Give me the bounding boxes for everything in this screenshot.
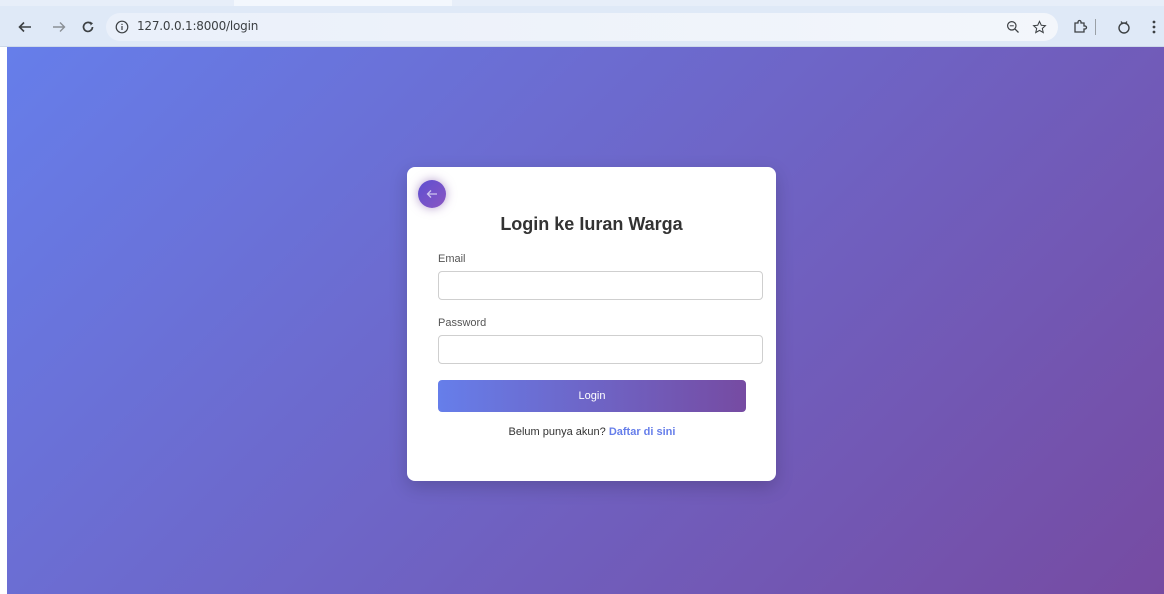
register-prompt-line: Belum punya akun? Daftar di sini (438, 426, 746, 438)
page-viewport: Login ke Iuran Warga Email Password Logi… (7, 47, 1164, 594)
kebab-menu-icon[interactable] (1143, 16, 1164, 38)
window-edge (0, 47, 7, 594)
star-icon[interactable] (1029, 17, 1049, 37)
back-nav-icon[interactable] (14, 16, 36, 38)
forward-nav-icon[interactable] (48, 16, 70, 38)
active-tab-edge (234, 0, 452, 6)
browser-toolbar: 127.0.0.1:8000/login (0, 0, 1164, 47)
password-label: Password (438, 317, 487, 329)
reload-icon[interactable] (77, 16, 99, 38)
register-prompt: Belum punya akun? (508, 426, 606, 438)
login-button[interactable]: Login (438, 380, 746, 412)
password-field[interactable] (438, 335, 763, 364)
email-label: Email (438, 253, 466, 265)
arrow-left-icon (426, 189, 438, 199)
puzzle-icon[interactable] (1069, 16, 1091, 38)
email-field[interactable] (438, 271, 763, 300)
page-title: Login ke Iuran Warga (500, 214, 683, 234)
tab-strip (0, 0, 1164, 6)
zoom-icon[interactable] (1003, 17, 1023, 37)
toolbar-divider (1095, 19, 1096, 35)
register-link[interactable]: Daftar di sini (609, 426, 676, 438)
profile-icon[interactable] (1113, 16, 1135, 38)
info-circle-icon[interactable] (113, 18, 131, 36)
back-button[interactable] (418, 180, 446, 208)
url-text[interactable]: 127.0.0.1:8000/login (137, 19, 258, 33)
login-card: Login ke Iuran Warga Email Password Logi… (407, 167, 776, 481)
